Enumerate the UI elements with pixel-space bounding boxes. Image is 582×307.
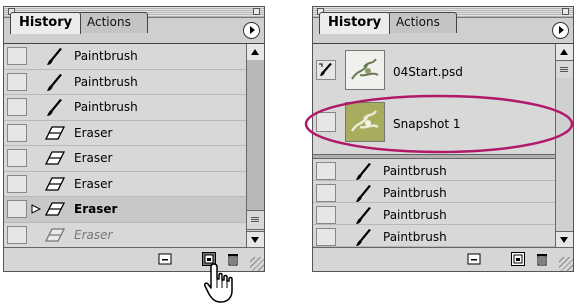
palette-bottom-bar bbox=[313, 247, 573, 271]
history-brush-source-box[interactable] bbox=[7, 174, 27, 193]
new-snapshot-icon[interactable] bbox=[511, 252, 525, 266]
history-state-label: Paintbrush bbox=[383, 164, 447, 178]
palette-menu-button[interactable] bbox=[243, 22, 260, 39]
history-brush-source-box[interactable] bbox=[316, 206, 336, 224]
pointing-hand-cursor-icon bbox=[204, 263, 233, 303]
history-state-label: Paintbrush bbox=[74, 49, 138, 63]
history-brush-source-box[interactable] bbox=[7, 72, 27, 91]
history-brush-source-box[interactable] bbox=[7, 123, 27, 142]
new-document-from-state-icon[interactable] bbox=[158, 252, 172, 266]
history-state-row[interactable]: Paintbrush bbox=[4, 95, 246, 121]
paintbrush-icon bbox=[47, 48, 62, 65]
scroll-up-arrow[interactable] bbox=[556, 44, 573, 61]
highlight-ellipse bbox=[304, 94, 574, 154]
snapshot-row[interactable]: 04Start.psd bbox=[313, 48, 555, 98]
zoom-box[interactable] bbox=[562, 8, 569, 15]
history-state-label: Eraser bbox=[74, 125, 113, 140]
history-state-label: Eraser bbox=[74, 176, 113, 191]
paintbrush-icon bbox=[47, 73, 62, 91]
vertical-scrollbar[interactable] bbox=[246, 44, 264, 248]
tab-history[interactable]: History bbox=[319, 12, 391, 34]
trash-icon[interactable] bbox=[535, 252, 549, 266]
history-state-label: Paintbrush bbox=[383, 186, 447, 200]
history-brush-source-box[interactable] bbox=[7, 200, 27, 218]
resize-grip[interactable] bbox=[250, 257, 264, 271]
scroll-down-arrow[interactable] bbox=[556, 231, 573, 248]
history-states-list: Paintbrush Paintbrush Paintbrush Paintbr… bbox=[313, 159, 555, 247]
history-state-row-undone[interactable]: Eraser bbox=[4, 223, 246, 248]
history-state-label: Paintbrush bbox=[383, 208, 447, 222]
history-state-label: Paintbrush bbox=[383, 230, 447, 244]
palette-menu-button[interactable] bbox=[552, 22, 569, 39]
history-state-row[interactable]: Eraser bbox=[4, 146, 246, 172]
history-state-row-current[interactable]: Eraser bbox=[4, 197, 246, 223]
eraser-icon bbox=[45, 125, 65, 140]
history-brush-source-box[interactable] bbox=[7, 149, 27, 167]
history-state-label: Paintbrush bbox=[74, 100, 138, 114]
eraser-icon bbox=[45, 151, 65, 165]
snapshot-thumbnail-image bbox=[345, 50, 385, 90]
new-document-from-state-icon[interactable] bbox=[467, 252, 481, 266]
history-panel-left: History Actions Paintbrush Paintbrush Pa… bbox=[3, 6, 265, 272]
history-state-row[interactable]: Paintbrush bbox=[313, 181, 555, 203]
history-brush-source-box[interactable] bbox=[316, 228, 336, 246]
history-state-label: Eraser bbox=[74, 227, 113, 242]
paintbrush-icon bbox=[47, 99, 62, 116]
history-state-row[interactable]: Paintbrush bbox=[313, 203, 555, 225]
scroll-down-arrow[interactable] bbox=[247, 231, 264, 248]
history-brush-icon bbox=[319, 63, 332, 76]
history-state-row[interactable]: Eraser bbox=[4, 121, 246, 146]
history-state-label: Eraser bbox=[74, 151, 113, 165]
paintbrush-icon bbox=[356, 207, 371, 224]
history-state-row[interactable]: Paintbrush bbox=[313, 159, 555, 181]
history-state-row[interactable]: Eraser bbox=[4, 172, 246, 197]
snapshot-label: 04Start.psd bbox=[393, 65, 463, 79]
history-brush-source-box[interactable] bbox=[316, 60, 336, 80]
paintbrush-icon bbox=[356, 229, 371, 246]
resize-grip[interactable] bbox=[559, 257, 573, 271]
zoom-box[interactable] bbox=[253, 8, 260, 15]
history-state-row[interactable]: Paintbrush bbox=[4, 70, 246, 95]
history-state-label: Eraser bbox=[74, 202, 118, 216]
tab-actions[interactable]: Actions bbox=[387, 12, 457, 33]
scroll-thumb[interactable] bbox=[247, 210, 264, 230]
scroll-thumb[interactable] bbox=[556, 60, 573, 80]
history-state-row[interactable]: Paintbrush bbox=[313, 225, 555, 247]
history-brush-source-box[interactable] bbox=[7, 47, 27, 65]
history-brush-source-box[interactable] bbox=[316, 162, 336, 180]
history-state-slider-icon[interactable] bbox=[31, 204, 41, 214]
eraser-icon bbox=[45, 227, 65, 242]
history-brush-source-box[interactable] bbox=[7, 225, 27, 244]
tab-actions[interactable]: Actions bbox=[78, 12, 148, 33]
tab-history[interactable]: History bbox=[10, 12, 82, 34]
history-state-row[interactable]: Paintbrush bbox=[4, 44, 246, 70]
history-states-list: Paintbrush Paintbrush Paintbrush Eraser … bbox=[4, 44, 246, 248]
history-state-label: Paintbrush bbox=[74, 74, 138, 89]
history-brush-source-box[interactable] bbox=[7, 98, 27, 116]
paintbrush-icon bbox=[356, 163, 371, 180]
eraser-icon bbox=[45, 202, 65, 216]
paintbrush-icon bbox=[356, 185, 371, 202]
eraser-icon bbox=[45, 176, 65, 191]
scroll-up-arrow[interactable] bbox=[247, 44, 264, 61]
history-brush-source-box[interactable] bbox=[316, 184, 336, 202]
